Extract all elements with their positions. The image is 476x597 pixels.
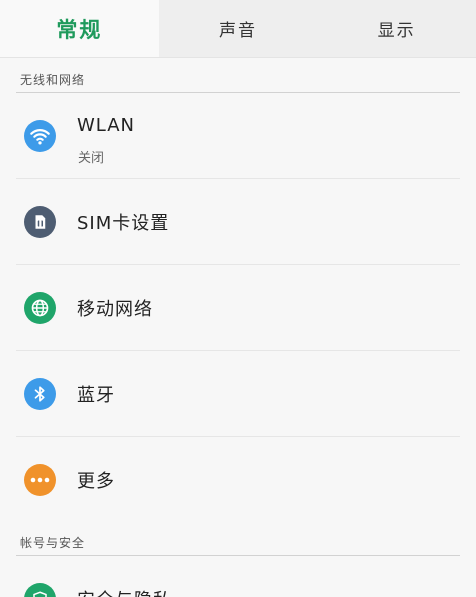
settings-item-label: 移动网络 bbox=[77, 299, 153, 320]
section-header-account-security: 帐号与安全 bbox=[20, 536, 86, 550]
section-header-wireless: 无线和网络 bbox=[20, 73, 86, 87]
sim-card-icon bbox=[24, 206, 56, 238]
settings-item-sim[interactable]: SIM卡设置 bbox=[16, 179, 476, 264]
tab-general[interactable]: 常规 bbox=[0, 0, 159, 57]
bluetooth-icon bbox=[24, 378, 56, 410]
tab-sound[interactable]: 声音 bbox=[159, 0, 318, 57]
tab-bar: 常规 声音 显示 bbox=[0, 0, 476, 58]
settings-item-more[interactable]: 更多 bbox=[16, 437, 476, 522]
settings-item-label: 蓝牙 bbox=[77, 385, 115, 406]
more-icon bbox=[24, 464, 56, 496]
settings-item-wlan[interactable]: WLAN 关闭 bbox=[16, 93, 476, 178]
settings-item-mobile-network[interactable]: 移动网络 bbox=[16, 265, 476, 350]
settings-item-bluetooth[interactable]: 蓝牙 bbox=[16, 351, 476, 436]
settings-item-label: 安全与隐私 bbox=[77, 586, 172, 597]
shield-icon bbox=[24, 583, 56, 597]
settings-item-label: SIM卡设置 bbox=[77, 213, 170, 234]
wifi-icon bbox=[24, 120, 56, 152]
settings-item-status: 关闭 bbox=[78, 151, 105, 166]
tab-display[interactable]: 显示 bbox=[317, 0, 476, 57]
globe-icon bbox=[24, 292, 56, 324]
settings-item-label: 更多 bbox=[77, 471, 115, 492]
settings-item-security-privacy[interactable]: 安全与隐私 bbox=[16, 556, 476, 597]
settings-item-label: WLAN bbox=[77, 115, 136, 136]
